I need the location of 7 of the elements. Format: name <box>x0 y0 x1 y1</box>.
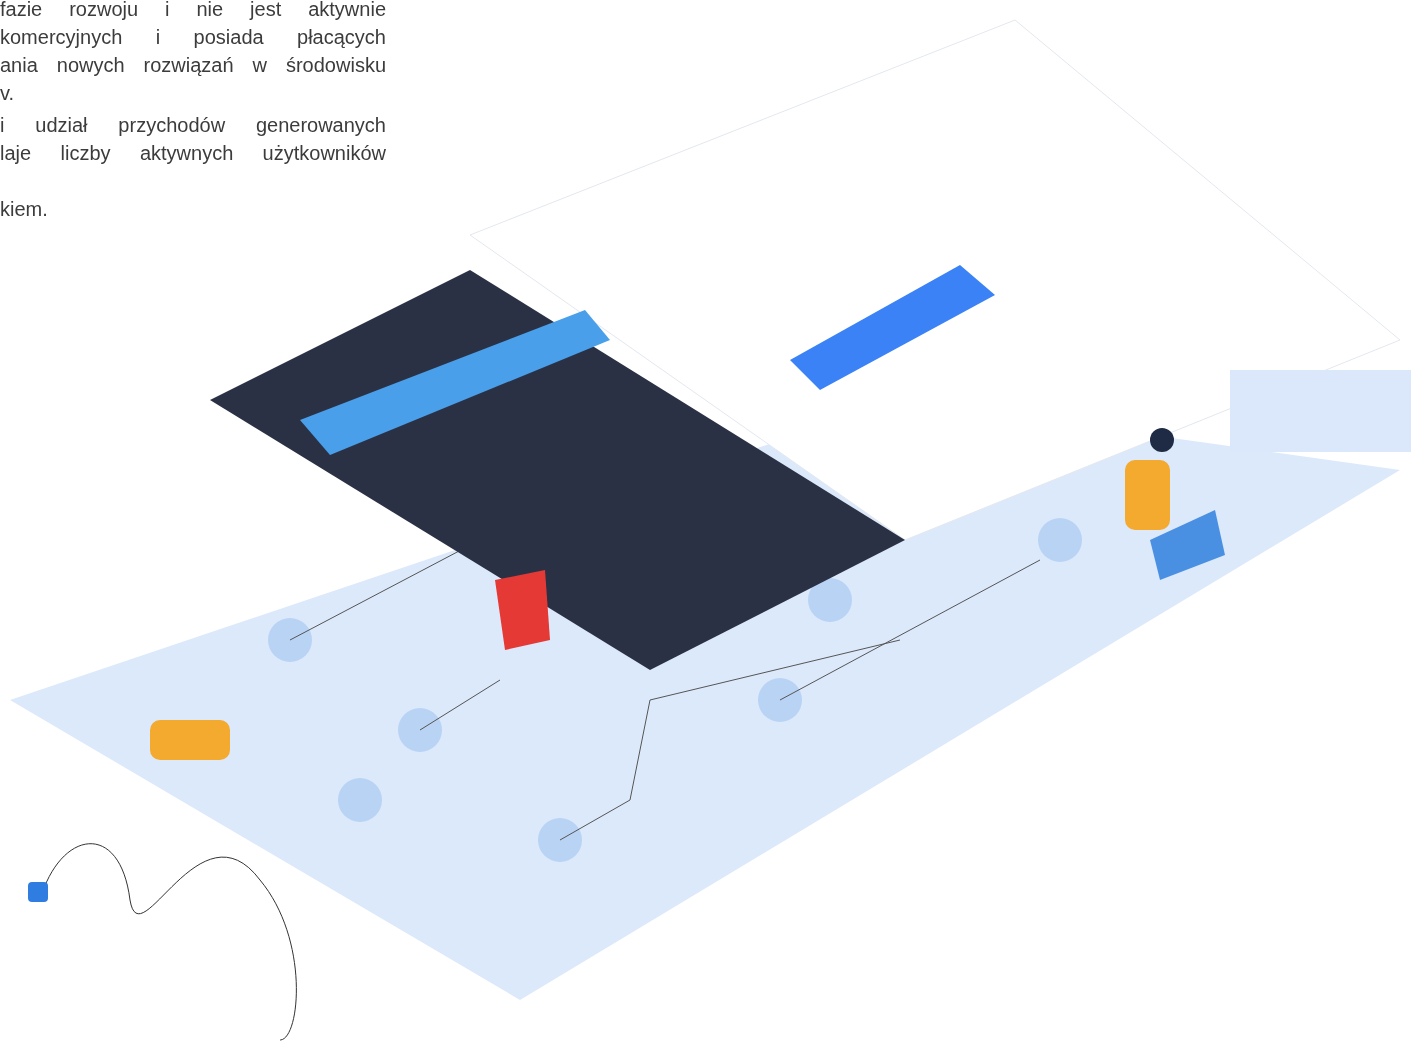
text-line: laje liczby aktywnych użytkowników <box>0 141 386 166</box>
text-line: ania nowych rozwiązań w środowisku <box>0 53 386 78</box>
text-line: komercyjnych i posiada płacących <box>0 25 386 50</box>
text-line: kiem. <box>0 197 49 222</box>
text-line: i udział przychodów generowanych <box>0 113 386 138</box>
text-line: fazie rozwoju i nie jest aktywnie <box>0 0 386 22</box>
text-line: v. <box>0 81 16 106</box>
